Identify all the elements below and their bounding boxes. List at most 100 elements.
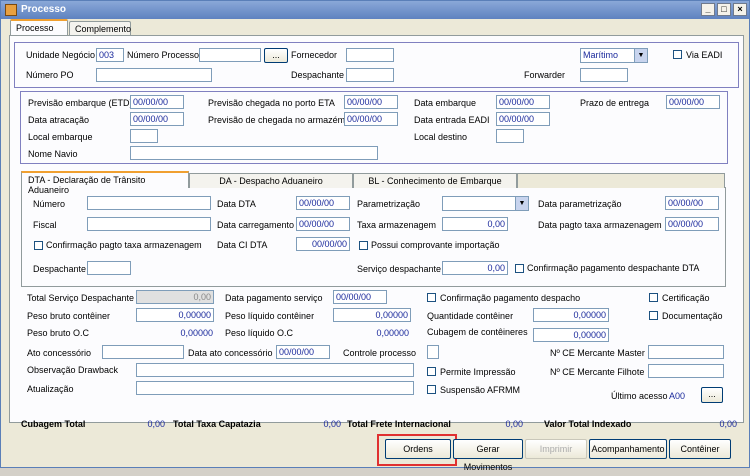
conf-pagto-despacho-checkbox[interactable]: [427, 293, 436, 302]
peso-bruto-cont-field[interactable]: 0,00000: [136, 308, 214, 322]
peso-liq-cont-label: Peso líquido contêiner: [225, 311, 315, 321]
cubagem-cont-field[interactable]: 0,00000: [533, 328, 609, 342]
despachante-dta-field[interactable]: [87, 261, 131, 275]
permite-imp-label: Permite Impressão: [440, 367, 516, 377]
valor-indexado-value: 0,00: [719, 419, 737, 429]
data-dta-field[interactable]: 00/00/00: [296, 196, 350, 210]
local-destino-field[interactable]: [496, 129, 524, 143]
data-pagto-taxa-field[interactable]: 00/00/00: [665, 217, 719, 231]
obs-drawback-label: Observação Drawback: [27, 365, 119, 375]
prazo-entrega-field[interactable]: 00/00/00: [666, 95, 720, 109]
data-param-label: Data parametrização: [538, 199, 622, 209]
atualizacao-field[interactable]: [136, 381, 414, 395]
data-ci-field[interactable]: 00/00/00: [296, 237, 350, 251]
data-pagto-serv-field[interactable]: 00/00/00: [333, 290, 387, 304]
fiscal-label: Fiscal: [33, 220, 57, 230]
conf-pagto-taxa-checkbox[interactable]: [34, 241, 43, 250]
obs-drawback-field[interactable]: [136, 363, 414, 377]
maximize-button[interactable]: □: [717, 3, 731, 16]
peso-bruto-cont-label: Peso bruto contêiner: [27, 311, 111, 321]
title-bar: Processo _ □ ×: [1, 1, 749, 19]
via-eadi-checkbox[interactable]: [673, 50, 682, 59]
numero-processo-field[interactable]: [199, 48, 261, 62]
ce-filhote-field[interactable]: [648, 364, 724, 378]
subtab-filler: [517, 173, 725, 188]
gerar-movimentos-button[interactable]: Gerar Movimentos: [453, 439, 523, 472]
nome-navio-field[interactable]: [130, 146, 378, 160]
subtab-dta[interactable]: DTA - Declaração de Trânsito Aduaneiro: [21, 171, 189, 195]
acompanhamento-button[interactable]: Acompanhamento: [589, 439, 667, 459]
prev-porto-field[interactable]: 00/00/00: [344, 95, 398, 109]
qtd-cont-field[interactable]: 0,00000: [533, 308, 609, 322]
conf-pagto-desp-dta-checkbox[interactable]: [515, 264, 524, 273]
imprimir-button[interactable]: Imprimir: [525, 439, 587, 459]
conf-pagto-taxa-label: Confirmação pagto taxa armazenagem: [46, 240, 202, 250]
subtab-da[interactable]: DA - Despacho Aduaneiro: [189, 173, 353, 188]
qtd-cont-label: Quantidade contêiner: [427, 311, 514, 321]
documentacao-checkbox[interactable]: [649, 311, 658, 320]
entrada-eadi-field[interactable]: 00/00/00: [496, 112, 550, 126]
documentacao-label: Documentação: [662, 311, 723, 321]
controle-label: Controle processo: [343, 348, 417, 358]
conteiner-button[interactable]: Contêiner: [669, 439, 731, 459]
ato-field[interactable]: [102, 345, 184, 359]
minimize-button[interactable]: _: [701, 3, 715, 16]
unidade-field[interactable]: 003: [96, 48, 124, 62]
data-embarque-field[interactable]: 00/00/00: [496, 95, 550, 109]
forwarder-field[interactable]: [580, 68, 628, 82]
data-ato-field[interactable]: 00/00/00: [276, 345, 330, 359]
data-dta-label: Data DTA: [217, 199, 256, 209]
close-button[interactable]: ×: [733, 3, 747, 16]
data-carreg-field[interactable]: 00/00/00: [296, 217, 350, 231]
data-ci-label: Data CI DTA: [217, 240, 268, 250]
peso-bruto-oc-value: 0,00000: [180, 328, 213, 338]
modal-value: Marítimo: [583, 50, 619, 60]
ordens-button[interactable]: Ordens: [385, 439, 451, 459]
despachante-field[interactable]: [346, 68, 394, 82]
fornecedor-field[interactable]: [346, 48, 394, 62]
fiscal-field[interactable]: [87, 217, 211, 231]
taxa-arm-label: Taxa armazenagem: [357, 220, 437, 230]
data-param-field[interactable]: 00/00/00: [665, 196, 719, 210]
conf-pagto-despacho-label: Confirmação pagamento despacho: [440, 293, 581, 303]
taxa-arm-field[interactable]: 0,00: [442, 217, 508, 231]
data-atracacao-field[interactable]: 00/00/00: [130, 112, 184, 126]
peso-liq-oc-label: Peso líquido O.C: [225, 328, 294, 338]
certificacao-checkbox[interactable]: [649, 293, 658, 302]
ce-master-field[interactable]: [648, 345, 724, 359]
subtab-bl[interactable]: BL - Conhecimento de Embarque: [353, 173, 517, 188]
cubagem-total-value: 0,00: [147, 419, 165, 429]
taxa-capatazia-label: Total Taxa Capatazia: [173, 419, 261, 429]
conf-pagto-desp-dta-label: Confirmação pagamento despachante DTA: [527, 263, 700, 273]
prazo-entrega-label: Prazo de entrega: [580, 98, 650, 108]
total-serv-label: Total Serviço Despachante: [27, 293, 135, 303]
ultimo-acesso-button[interactable]: ...: [701, 387, 723, 403]
forwarder-label: Forwarder: [524, 70, 566, 80]
possui-comp-checkbox[interactable]: [359, 241, 368, 250]
local-destino-label: Local destino: [414, 132, 468, 142]
controle-field[interactable]: [427, 345, 439, 359]
servico-desp-field[interactable]: 0,00: [442, 261, 508, 275]
local-embarque-field[interactable]: [130, 129, 158, 143]
parametrizacao-select[interactable]: ▼: [442, 196, 529, 211]
search-processo-button[interactable]: ...: [264, 48, 288, 63]
ce-filhote-label: Nº CE Mercante Filhote: [550, 367, 645, 377]
frete-internacional-value: 0,00: [505, 419, 523, 429]
chevron-down-icon: ▼: [634, 49, 647, 62]
ultimo-acesso-value: A00: [669, 391, 686, 401]
peso-liq-oc-value: 0,00000: [376, 328, 409, 338]
prev-porto-label: Previsão chegada no porto ETA: [208, 98, 335, 108]
process-window: Processo _ □ × Processo Complemento Unid…: [0, 0, 750, 472]
peso-liq-cont-field[interactable]: 0,00000: [333, 308, 411, 322]
suspensao-checkbox[interactable]: [427, 385, 436, 394]
numero-label: Número: [33, 199, 66, 209]
taxa-capatazia-value: 0,00: [323, 419, 341, 429]
numero-field[interactable]: [87, 196, 211, 210]
peso-bruto-oc-label: Peso bruto O.C: [27, 328, 90, 338]
modal-select[interactable]: Marítimo ▼: [580, 48, 648, 63]
prev-armazem-field[interactable]: 00/00/00: [344, 112, 398, 126]
prev-embarque-field[interactable]: 00/00/00: [130, 95, 184, 109]
app-icon: [5, 4, 17, 16]
numero-po-field[interactable]: [96, 68, 212, 82]
permite-imp-checkbox[interactable]: [427, 367, 436, 376]
